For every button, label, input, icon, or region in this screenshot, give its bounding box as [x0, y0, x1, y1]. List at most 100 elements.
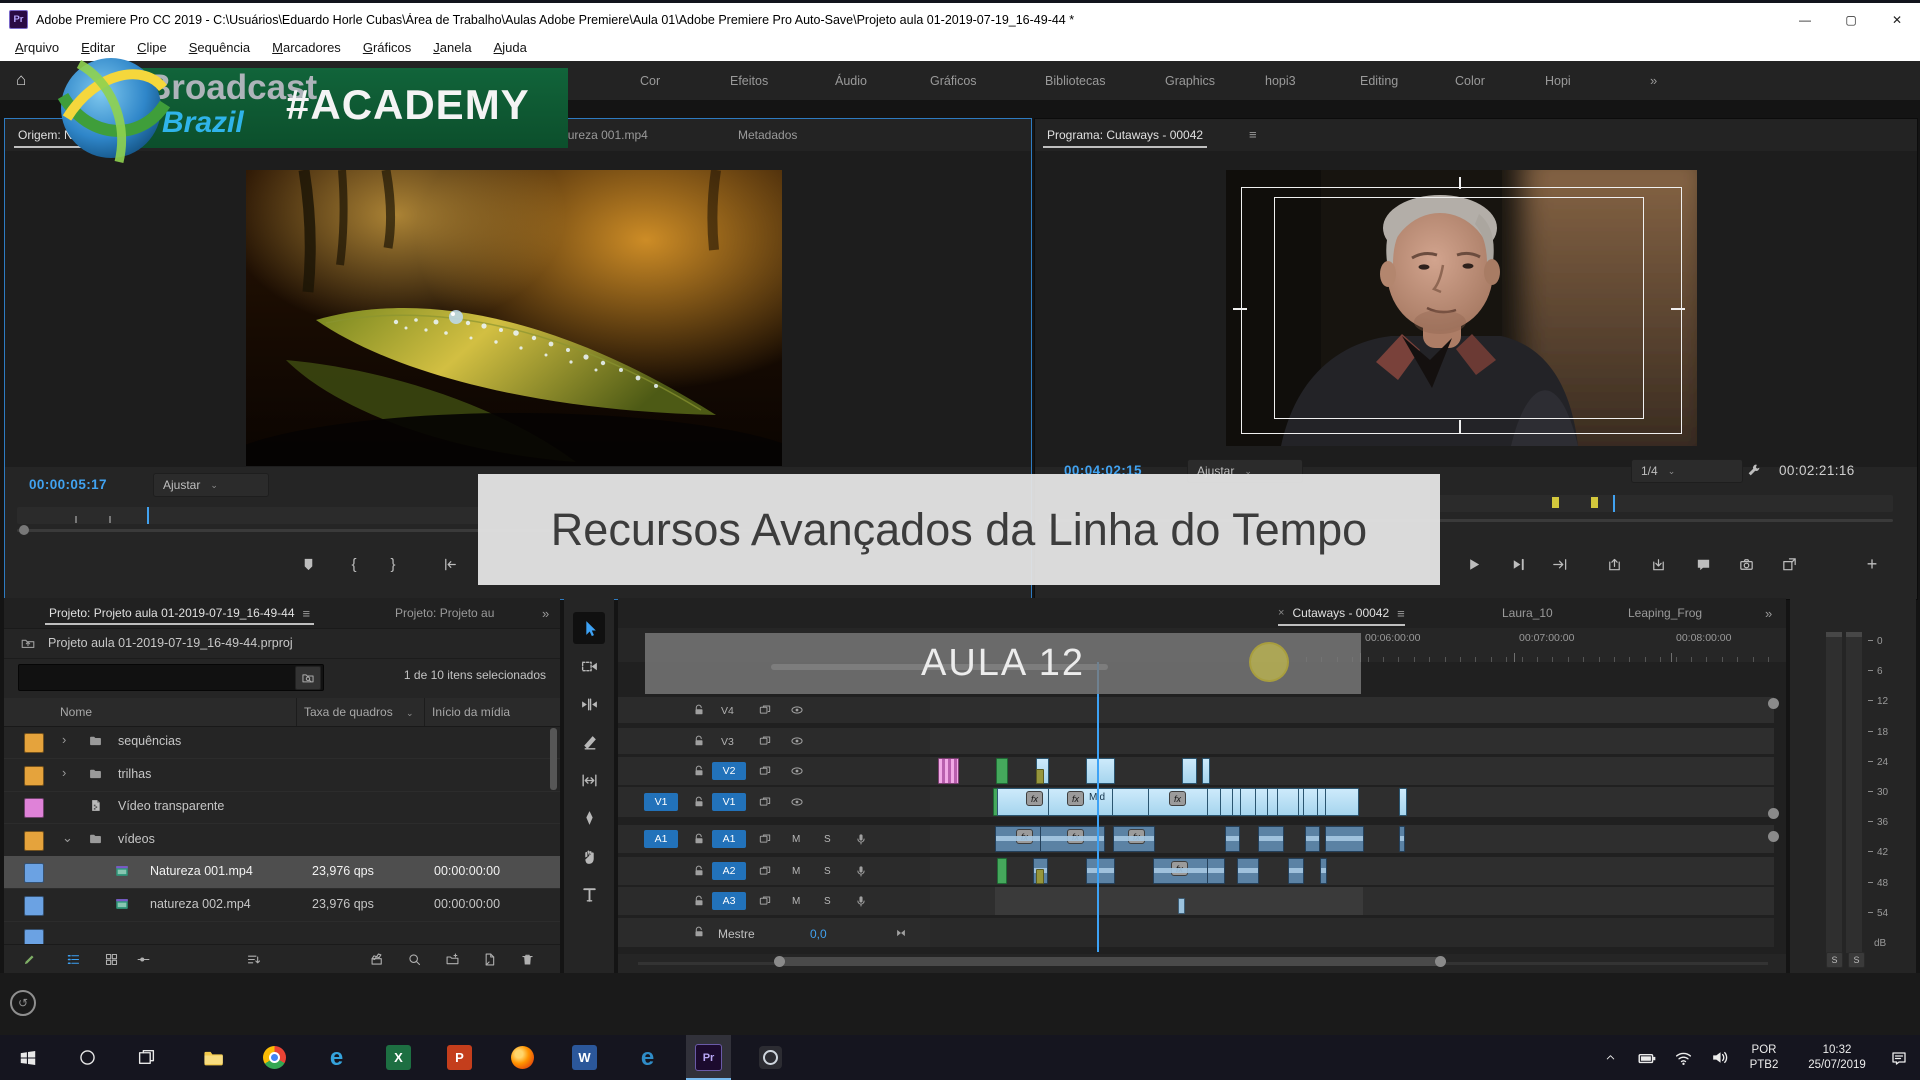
action-center-icon[interactable]: [1882, 1035, 1916, 1080]
workspace-tab-graficos[interactable]: Gráficos: [930, 61, 977, 100]
lift-button[interactable]: [1601, 551, 1627, 577]
source-timecode[interactable]: 00:00:05:17: [29, 477, 107, 492]
track-sync-icon[interactable]: [758, 764, 772, 778]
track-lane-a2[interactable]: fx: [930, 857, 1774, 885]
timeline-clip[interactable]: [1399, 788, 1407, 816]
recorder-taskbar-button[interactable]: [748, 1035, 793, 1080]
transform-tick-left[interactable]: [1233, 308, 1247, 310]
timeline-clip[interactable]: [1086, 758, 1115, 784]
column-name[interactable]: Nome: [60, 705, 92, 719]
timeline-hscroll-handle-left[interactable]: [774, 956, 785, 967]
add-marker-button[interactable]: [295, 551, 321, 577]
track-sync-icon[interactable]: [758, 864, 772, 878]
timeline-clip[interactable]: [1305, 826, 1320, 852]
eye-icon[interactable]: [790, 795, 804, 809]
column-rate[interactable]: Taxa de quadros: [304, 705, 393, 719]
automate-sequence-button[interactable]: [366, 949, 388, 969]
list-view-button[interactable]: [62, 949, 84, 969]
master-track-label[interactable]: Mestre: [718, 927, 755, 941]
solo-button[interactable]: S: [824, 896, 831, 907]
label-color-swatch[interactable]: [24, 863, 44, 883]
microphone-icon[interactable]: [854, 832, 868, 846]
source-viewer[interactable]: [5, 151, 1031, 467]
menu-graficos[interactable]: Gráficos: [352, 40, 422, 55]
lock-icon[interactable]: [692, 894, 706, 908]
mark-out-button[interactable]: }: [380, 551, 406, 577]
add-button[interactable]: +: [1859, 551, 1885, 577]
mute-button[interactable]: M: [792, 866, 800, 877]
settings-wrench-button[interactable]: [1741, 457, 1767, 483]
source-playhead[interactable]: [147, 507, 149, 524]
workspace-tab-graphics[interactable]: Graphics: [1165, 61, 1215, 100]
eye-icon[interactable]: [790, 764, 804, 778]
timeline-clip[interactable]: fx: [1148, 788, 1209, 816]
selection-tool[interactable]: [573, 612, 605, 644]
new-item-button[interactable]: [478, 949, 500, 969]
lock-icon[interactable]: [692, 864, 706, 878]
hand-tool[interactable]: [573, 840, 605, 872]
search-input[interactable]: [18, 664, 324, 691]
track-target-a1[interactable]: A1: [712, 830, 746, 848]
sequence-tab-leaping-frog[interactable]: Leaping_Frog: [1628, 598, 1702, 628]
solo-button-right[interactable]: S: [1848, 952, 1865, 968]
arrow-export-button[interactable]: [1546, 551, 1572, 577]
timeline-clip[interactable]: [996, 758, 1008, 784]
project-row-natureza-002-mp4[interactable]: natureza 002.mp423,976 qps00:00:00:00: [4, 889, 560, 922]
timeline-clip[interactable]: fx: [997, 788, 1050, 816]
label-color-swatch[interactable]: [24, 798, 44, 818]
panel-menu-icon[interactable]: ≡: [1397, 606, 1405, 621]
workspace-tab-cor[interactable]: Cor: [640, 61, 660, 100]
solo-button-left[interactable]: S: [1826, 952, 1843, 968]
lock-icon[interactable]: [692, 734, 706, 748]
project-row-partial[interactable]: [4, 922, 560, 945]
menu-sequencia[interactable]: Sequência: [178, 40, 261, 55]
step-forward-button[interactable]: [1505, 551, 1531, 577]
tray-hidden-icons-button[interactable]: [1596, 1035, 1624, 1080]
track-sync-icon[interactable]: [758, 734, 772, 748]
workspace-tab-hopi3[interactable]: hopi3: [1265, 61, 1296, 100]
menu-ajuda[interactable]: Ajuda: [483, 40, 538, 55]
bowtie-icon[interactable]: [894, 926, 908, 940]
label-color-swatch[interactable]: [24, 766, 44, 786]
track-lane-v3[interactable]: [930, 728, 1774, 754]
timeline-clip[interactable]: [1225, 826, 1240, 852]
minimize-button[interactable]: —: [1782, 3, 1828, 36]
track-lane-v1[interactable]: fxfxMidfx: [930, 787, 1774, 817]
program-viewer[interactable]: [1035, 151, 1917, 467]
type-tool[interactable]: [573, 878, 605, 910]
timeline-clip[interactable]: fx: [1040, 826, 1105, 852]
project-scrollbar[interactable]: [550, 728, 557, 790]
master-volume-value[interactable]: 0,0: [810, 927, 827, 941]
home-icon[interactable]: ⌂: [16, 70, 26, 90]
zoom-slider-button[interactable]: [132, 949, 154, 969]
timeline-playhead[interactable]: [1097, 662, 1099, 952]
expander-icon[interactable]: ›: [62, 732, 76, 747]
source-patch-v1[interactable]: V1: [644, 793, 678, 811]
label-color-swatch[interactable]: [24, 929, 44, 945]
menu-janela[interactable]: Janela: [422, 40, 482, 55]
project-tab-active[interactable]: Projeto: Projeto aula 01-2019-07-19_16-4…: [49, 598, 310, 628]
mark-in-button[interactable]: {: [341, 551, 367, 577]
lock-icon[interactable]: [692, 925, 706, 939]
track-lane-master[interactable]: [930, 918, 1774, 947]
playback-resolution-dropdown[interactable]: 1/4⌄: [1631, 459, 1743, 483]
track-target-v1[interactable]: V1: [712, 793, 746, 811]
project-row-videos[interactable]: ⌄vídeos: [4, 824, 560, 857]
source-tab-4[interactable]: Metadados: [738, 119, 797, 151]
timeline-vscroll-handle[interactable]: [1768, 698, 1779, 709]
timeline-clip[interactable]: [1320, 858, 1327, 884]
transform-tick-right[interactable]: [1671, 308, 1685, 310]
track-lane-a3[interactable]: [930, 887, 1774, 915]
solo-button[interactable]: S: [824, 834, 831, 845]
icon-view-button[interactable]: [100, 949, 122, 969]
eye-icon[interactable]: [790, 703, 804, 717]
timeline-vscroll-handle[interactable]: [1768, 831, 1779, 842]
timeline-clip[interactable]: fxMid: [1048, 788, 1114, 816]
track-target-a3[interactable]: A3: [712, 892, 746, 910]
camera-button[interactable]: [1733, 551, 1759, 577]
track-lane-v4[interactable]: [930, 697, 1774, 723]
microphone-icon[interactable]: [854, 864, 868, 878]
menu-marcadores[interactable]: Marcadores: [261, 40, 352, 55]
sequence-tab-overflow[interactable]: »: [1765, 598, 1772, 628]
timeline-clip[interactable]: [997, 858, 1007, 884]
